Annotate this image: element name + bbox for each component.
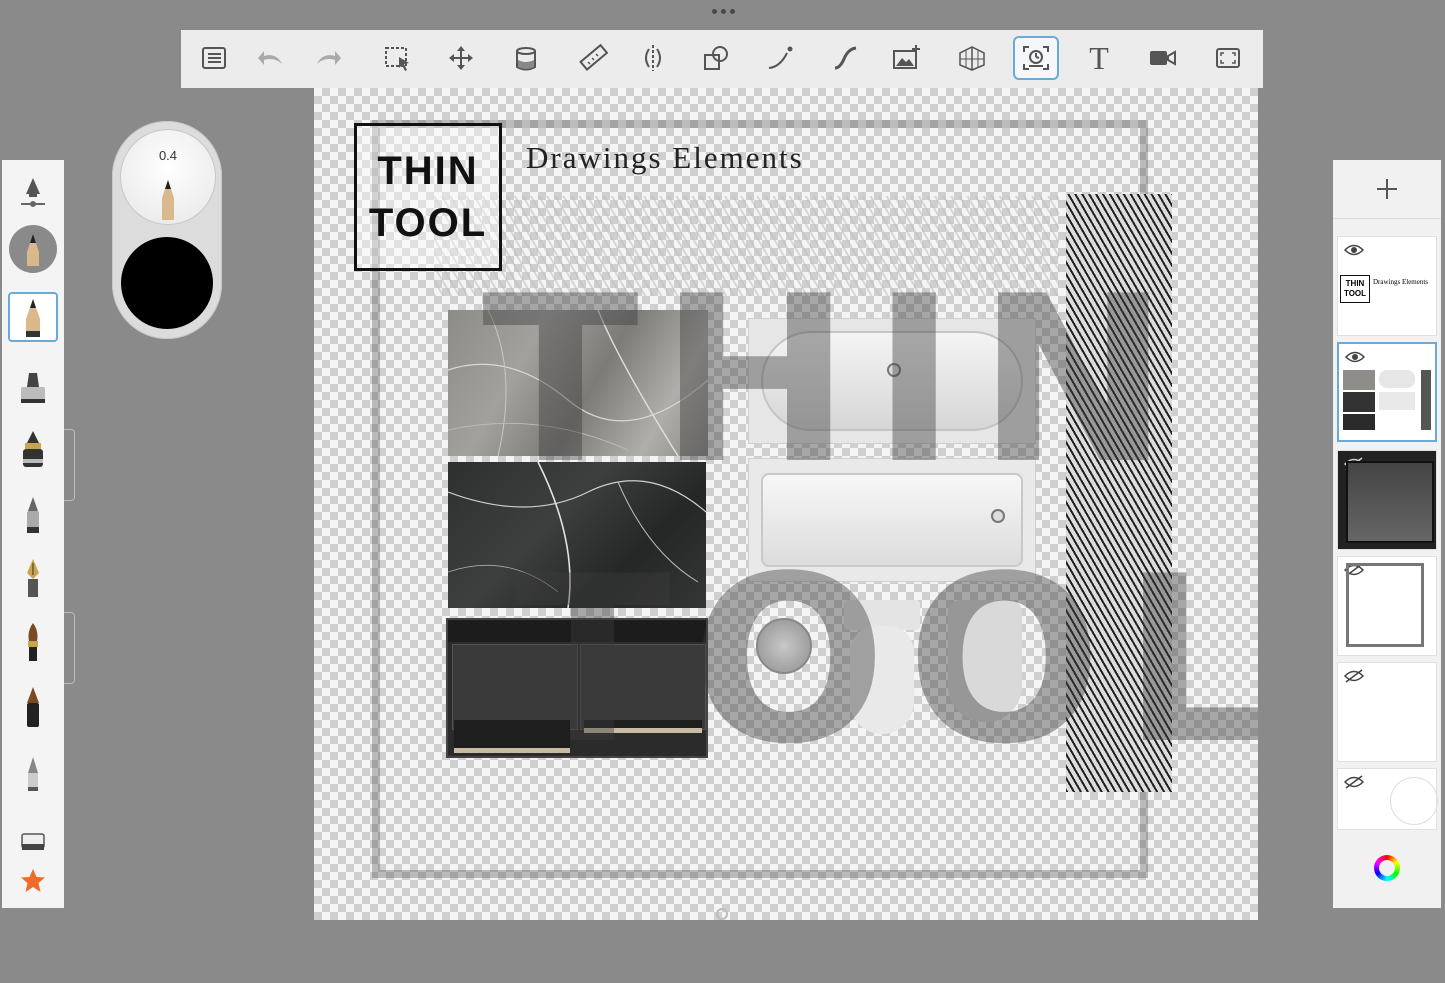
paint-bucket-icon[interactable] <box>503 36 549 80</box>
layer-plan[interactable] <box>1337 556 1437 656</box>
size-puck[interactable]: 0.4 <box>120 129 216 225</box>
watermark-line2: TOOL <box>514 528 1258 795</box>
undo-icon[interactable] <box>248 36 294 80</box>
marker-icon[interactable] <box>8 362 58 412</box>
hidden-eye-icon[interactable] <box>1344 775 1364 789</box>
curve-icon[interactable] <box>822 36 868 80</box>
plus-icon <box>1377 179 1397 199</box>
chisel-pen-icon[interactable] <box>8 682 58 732</box>
canvas-scroll-indicator[interactable] <box>716 908 728 920</box>
hidden-eye-icon[interactable] <box>1344 669 1364 683</box>
top-grabber[interactable] <box>708 9 738 17</box>
paintbrush-icon[interactable] <box>8 618 58 668</box>
thumb-circle <box>1390 777 1438 825</box>
color-wheel-icon[interactable] <box>1374 855 1400 881</box>
timelapse-icon[interactable] <box>1013 36 1059 80</box>
fountain-pen-icon[interactable] <box>8 554 58 604</box>
thumb-vanity <box>1343 414 1375 430</box>
layer-thumb-logo-line2: TOOL <box>1343 289 1367 298</box>
pencil-puck-icon[interactable] <box>8 224 58 274</box>
fullscreen-icon[interactable] <box>1205 36 1251 80</box>
thumb-tub <box>1379 370 1415 388</box>
thumb-marble-black <box>1343 392 1375 412</box>
layer-logo[interactable]: THIN TOOL Drawings Elements <box>1337 236 1437 336</box>
brush-settings-icon[interactable] <box>8 166 58 216</box>
logo-line1: THIN <box>377 149 479 193</box>
soft-pencil-icon[interactable] <box>8 750 58 800</box>
layers-panel: THIN TOOL Drawings Elements <box>1333 160 1441 908</box>
redo-icon[interactable] <box>305 36 351 80</box>
thumb-marble-grey <box>1343 370 1375 390</box>
shapes-icon[interactable] <box>693 36 739 80</box>
add-layer-button[interactable] <box>1333 160 1441 219</box>
layer-thumb-logo: THIN TOOL <box>1340 275 1370 303</box>
selection-icon[interactable] <box>374 36 420 80</box>
video-icon[interactable] <box>1139 36 1185 80</box>
brush-panel-handle-lower[interactable] <box>64 612 75 684</box>
symmetry-icon[interactable] <box>630 36 676 80</box>
top-toolbar: T <box>181 30 1263 88</box>
airbrush-icon[interactable] <box>8 490 58 540</box>
visible-eye-icon[interactable] <box>1344 243 1364 257</box>
brush-puck[interactable]: 0.4 <box>112 121 222 339</box>
color-puck[interactable] <box>121 237 213 329</box>
visible-eye-icon[interactable] <box>1345 350 1365 364</box>
ruler-icon[interactable] <box>570 36 616 80</box>
brush-panel-handle-upper[interactable] <box>64 429 75 501</box>
ink-pen-icon[interactable] <box>8 426 58 476</box>
add-image-icon[interactable] <box>883 36 929 80</box>
text-icon[interactable]: T <box>1076 36 1122 80</box>
layer-blank[interactable] <box>1337 662 1437 762</box>
logo-line2: TOOL <box>368 201 488 245</box>
thumb-floor-plan <box>1346 563 1424 647</box>
brush-panel <box>2 160 64 908</box>
stroke-icon[interactable] <box>758 36 804 80</box>
list-icon[interactable] <box>191 36 237 80</box>
pencil-icon[interactable] <box>8 292 58 342</box>
text-tool-glyph: T <box>1089 39 1109 76</box>
layer-elements[interactable] <box>1337 342 1437 442</box>
size-value: 0.4 <box>158 148 178 163</box>
move-icon[interactable] <box>438 36 484 80</box>
drawing-canvas[interactable]: THIN TOOL THIN TOOL Drawings Elements <box>314 88 1258 920</box>
layer-thumb-caption: Drawings Elements <box>1373 278 1429 286</box>
thumb-hatch <box>1421 370 1431 430</box>
perspective-grid-icon[interactable] <box>949 36 995 80</box>
thumb-bathroom-photo <box>1346 461 1434 543</box>
canvas-title: Drawings Elements <box>526 140 804 175</box>
favorite-star-icon[interactable] <box>8 856 58 906</box>
thin-tool-logo[interactable]: THIN TOOL <box>354 123 502 271</box>
layer-circle[interactable] <box>1337 768 1438 830</box>
thumb-tub2 <box>1379 392 1415 410</box>
layer-photo[interactable] <box>1337 450 1437 550</box>
layer-thumb-logo-line1: THIN <box>1345 279 1365 288</box>
watermark-line1: THIN <box>482 248 1190 515</box>
